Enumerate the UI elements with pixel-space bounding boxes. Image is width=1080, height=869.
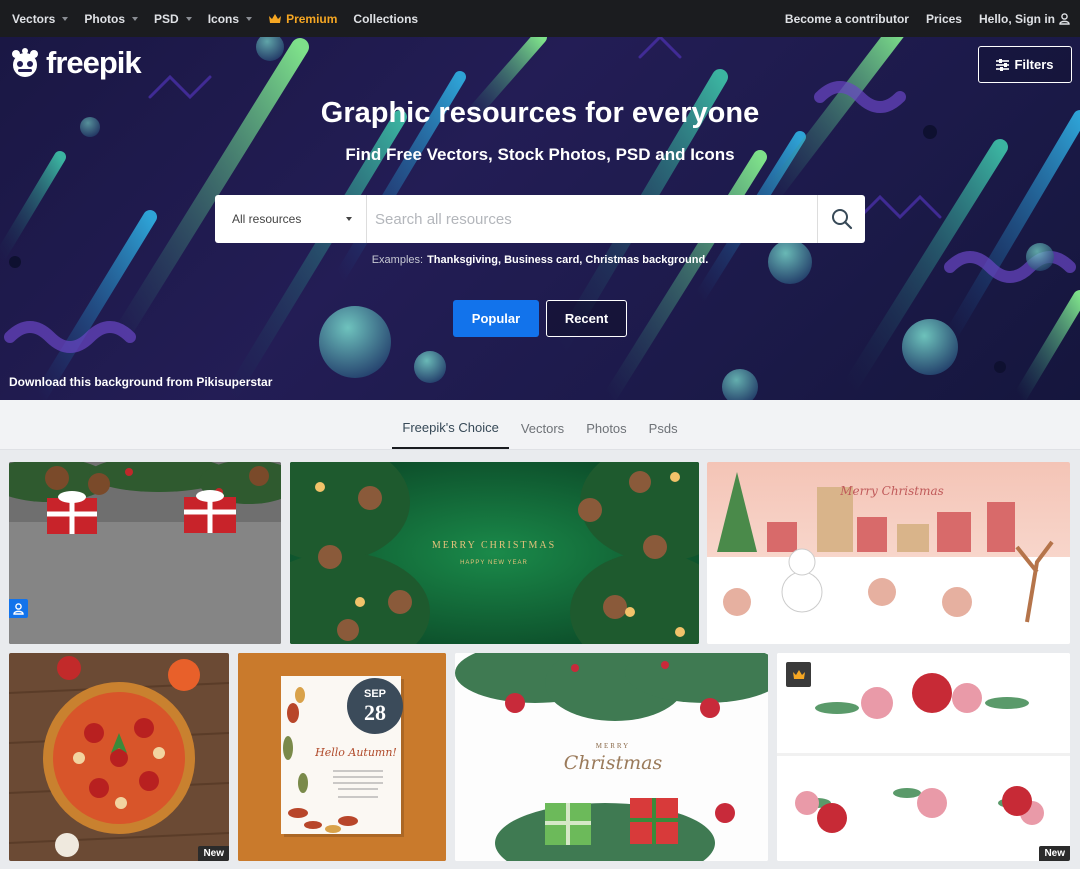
nav-contributor-label: Become a contributor <box>784 11 909 26</box>
nav-psd-label: PSD <box>154 11 179 26</box>
hello-autumn-text: Hello Autumn! <box>314 746 397 759</box>
nav-become-contributor[interactable]: Become a contributor <box>785 12 909 26</box>
popular-button[interactable]: Popular <box>453 300 539 337</box>
christmas-village-image: Merry Christmas <box>707 462 1070 644</box>
examples-label: Examples: <box>371 254 424 266</box>
autumn-invitation-image: SEP 28 Hello Autumn! <box>238 653 446 861</box>
nav-collections[interactable]: Collections <box>353 12 418 26</box>
christmas-wreath-image: MERRY Christmas <box>455 653 768 861</box>
nav-psd[interactable]: PSD <box>154 12 192 26</box>
freepik-logo-text: freepik <box>46 45 142 80</box>
nav-collections-label: Collections <box>353 11 419 26</box>
top-navigation: Vectors Photos PSD Icons Premium Collect… <box>0 0 1080 37</box>
hero-title: Graphic resources for everyone <box>320 97 760 129</box>
nav-signin-label: Hello, Sign in <box>978 11 1055 26</box>
filters-button[interactable]: Filters <box>978 46 1072 83</box>
merry-christmas-caption: MERRY CHRISTMAS <box>432 540 556 551</box>
resource-tile-roses-floral[interactable]: New <box>777 653 1070 861</box>
resource-type-value: All resources <box>232 212 302 226</box>
tab-photos[interactable]: Photos <box>576 399 636 449</box>
christmas-script-caption: Christmas <box>564 752 663 774</box>
nav-photos-label: Photos <box>84 11 126 26</box>
search-icon <box>831 209 852 230</box>
hero-subtitle: Find Free Vectors, Stock Photos, PSD and… <box>345 145 735 164</box>
resource-tile-christmas-gifts[interactable] <box>9 462 281 644</box>
user-icon <box>1059 12 1070 25</box>
tab-psds[interactable]: Psds <box>639 399 688 449</box>
resource-tile-pizza[interactable]: New <box>9 653 229 861</box>
nav-prices-label: Prices <box>925 11 962 26</box>
freepik-logo-icon <box>12 48 38 77</box>
search-button[interactable] <box>817 195 865 243</box>
chevron-down-icon <box>246 16 253 21</box>
nav-prices[interactable]: Prices <box>926 12 962 26</box>
nav-right: Become a contributor Prices Hello, Sign … <box>768 12 1080 26</box>
filters-label: Filters <box>1014 57 1054 72</box>
background-credit-link[interactable]: Download this background from Pikisupers… <box>9 375 272 389</box>
chevron-down-icon <box>185 16 192 21</box>
date-day: 28 <box>364 700 386 725</box>
examples-links[interactable]: Thanksgiving, Business card, Christmas b… <box>427 254 708 266</box>
nav-premium[interactable]: Premium <box>268 12 337 26</box>
nav-sign-in[interactable]: Hello, Sign in <box>979 12 1070 26</box>
roses-floral-image <box>777 653 1070 861</box>
recent-button[interactable]: Recent <box>546 300 627 337</box>
resource-type-select[interactable]: All resources <box>215 195 367 243</box>
nav-photos[interactable]: Photos <box>84 11 139 26</box>
christmas-gifts-image <box>9 462 281 644</box>
nav-vectors-label: Vectors <box>12 11 56 26</box>
resource-tile-merry-christmas-green[interactable]: MERRY CHRISTMAS HAPPY NEW YEAR <box>290 462 699 644</box>
date-month: SEP <box>364 688 386 700</box>
freepik-logo[interactable]: freepik <box>8 45 142 81</box>
nav-icons-label: Icons <box>207 11 240 26</box>
merry-caption: MERRY <box>596 742 631 750</box>
happy-new-year-caption: HAPPY NEW YEAR <box>460 560 528 566</box>
nav-vectors[interactable]: Vectors <box>12 11 69 26</box>
tab-vectors[interactable]: Vectors <box>511 399 574 449</box>
resource-tile-christmas-village[interactable]: Merry Christmas <box>707 462 1070 644</box>
pizza-image <box>9 653 229 861</box>
premium-badge <box>786 662 811 687</box>
tab-freepiks-choice[interactable]: Freepik's Choice <box>392 399 509 449</box>
chevron-down-icon <box>346 217 352 221</box>
merry-christmas-green-image: MERRY CHRISTMAS HAPPY NEW YEAR <box>290 462 699 644</box>
user-icon <box>13 602 24 615</box>
nav-left: Vectors Photos PSD Icons Premium Collect… <box>0 12 434 26</box>
sliders-icon <box>996 58 1010 71</box>
crown-icon <box>269 14 282 23</box>
crown-icon <box>792 670 805 679</box>
search-bar: All resources <box>215 195 865 243</box>
hero-banner: freepik Filters Graphic resources for ev… <box>0 37 1080 400</box>
nav-premium-label: Premium <box>286 11 338 26</box>
chevron-down-icon <box>62 16 69 21</box>
new-badge: New <box>1039 846 1070 861</box>
search-input[interactable] <box>367 195 817 243</box>
resource-tile-autumn-invitation[interactable]: SEP 28 Hello Autumn! <box>238 653 446 861</box>
content-tabs: Freepik's Choice Vectors Photos Psds <box>0 400 1080 450</box>
chevron-down-icon <box>132 16 139 21</box>
new-badge: New <box>198 846 229 861</box>
user-badge <box>9 599 28 618</box>
search-examples: Examples: Thanksgiving, Business card, Ch… <box>0 254 1080 266</box>
merry-christmas-script: Merry Christmas <box>839 484 944 498</box>
resource-tile-merry-christmas-wreath[interactable]: MERRY Christmas <box>455 653 768 861</box>
nav-icons[interactable]: Icons <box>207 11 253 26</box>
